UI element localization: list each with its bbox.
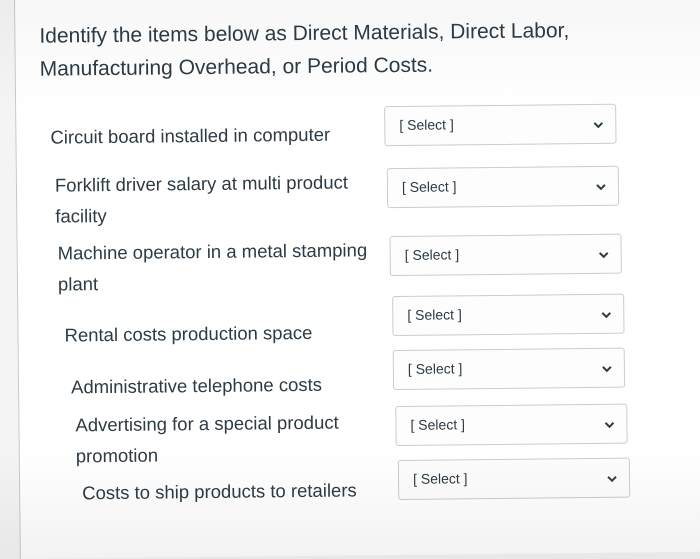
- quiz-page: Identify the items below as Direct Mater…: [0, 0, 700, 559]
- select-placeholder: [ Select ]: [404, 246, 460, 263]
- chevron-down-icon: [607, 476, 617, 483]
- select-placeholder: [ Select ]: [410, 416, 466, 433]
- item-select[interactable]: [ Select ]: [392, 293, 625, 337]
- item-select[interactable]: [ Select ]: [397, 457, 631, 501]
- item-select[interactable]: [ Select ]: [395, 403, 628, 447]
- item-label: Costs to ship products to retailers: [82, 479, 357, 504]
- select-placeholder: [ Select ]: [407, 360, 463, 377]
- item-select[interactable]: [ Select ]: [392, 347, 626, 391]
- chevron-down-icon: [596, 184, 606, 191]
- item-label: Rental costs production space: [64, 321, 313, 346]
- select-placeholder: [ Select ]: [401, 178, 457, 195]
- item-label: Circuit board installed in computer: [50, 123, 331, 148]
- chevron-down-icon: [602, 366, 612, 373]
- select-placeholder: [ Select ]: [407, 306, 462, 323]
- chevron-down-icon: [593, 122, 604, 129]
- item-select[interactable]: [ Select ]: [386, 165, 620, 209]
- item-select[interactable]: [ Select ]: [384, 103, 617, 147]
- item-label: Machine operator in a metal stamping pla…: [57, 239, 368, 295]
- select-placeholder: [ Select ]: [399, 116, 454, 133]
- item-label: Advertising for a special product promot…: [75, 411, 339, 467]
- question-card: Identify the items below as Direct Mater…: [14, 0, 700, 559]
- question-prompt: Identify the items below as Direct Mater…: [39, 19, 570, 81]
- select-placeholder: [ Select ]: [412, 470, 468, 487]
- chevron-down-icon: [604, 422, 615, 429]
- item-label: Forklift driver salary at multi product …: [54, 171, 349, 227]
- item-label: Administrative telephone costs: [70, 373, 323, 398]
- chevron-down-icon: [601, 312, 612, 319]
- chevron-down-icon: [598, 252, 609, 259]
- item-select[interactable]: [ Select ]: [389, 233, 622, 277]
